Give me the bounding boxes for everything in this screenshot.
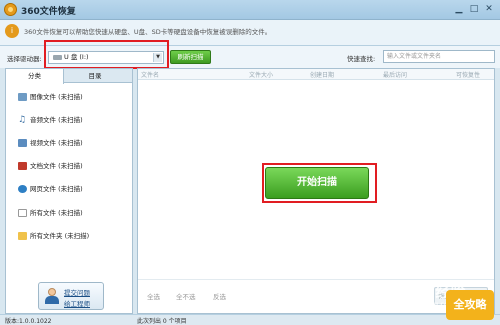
sidebar-item-audio[interactable]: ♫ 音频文件 (未扫描) bbox=[6, 113, 132, 127]
column-header[interactable]: 文件名 bbox=[141, 70, 159, 79]
column-header[interactable]: 最后访问 bbox=[383, 70, 407, 79]
select-all-link[interactable]: 全选 bbox=[147, 291, 160, 301]
highlight-box-drive bbox=[44, 40, 169, 69]
sidebar-item-label: 所有文件 (未扫描) bbox=[30, 209, 83, 217]
item-count-text: 此次列出 0 个项目 bbox=[137, 318, 187, 325]
tab-directory[interactable]: 目录 bbox=[66, 69, 124, 83]
app-logo-icon bbox=[4, 3, 17, 16]
sidebar-item-label: 文档文件 (未扫描) bbox=[30, 162, 83, 170]
engineer-avatar-icon bbox=[45, 288, 59, 304]
column-header[interactable]: 可恢复性 bbox=[456, 70, 480, 79]
column-header[interactable]: 文件大小 bbox=[249, 70, 273, 79]
sidebar-item-webpages[interactable]: 网页文件 (未扫描) bbox=[6, 182, 132, 196]
column-header[interactable]: 创建日期 bbox=[310, 70, 334, 79]
refresh-scan-button[interactable]: 刷新扫描 bbox=[170, 50, 211, 64]
invert-selection-link[interactable]: 反选 bbox=[213, 291, 226, 301]
title-bar: 360文件恢复 ▁ □ ✕ bbox=[0, 0, 500, 20]
feedback-line-2: 给工程师 bbox=[64, 300, 90, 308]
sidebar-item-all-files[interactable]: 所有文件 (未扫描) bbox=[6, 206, 132, 220]
watermark-logo: 全攻略 bbox=[446, 290, 494, 320]
drive-label: 选择驱动器: bbox=[7, 55, 42, 63]
sidebar-item-label: 网页文件 (未扫描) bbox=[30, 185, 83, 193]
window-title: 360文件恢复 bbox=[21, 7, 76, 17]
sidebar-item-video[interactable]: 视频文件 (未扫描) bbox=[6, 136, 132, 150]
webpage-icon bbox=[18, 185, 27, 193]
info-icon: i bbox=[5, 24, 19, 38]
tab-category[interactable]: 分类 bbox=[6, 69, 64, 84]
close-button[interactable]: ✕ bbox=[482, 3, 496, 15]
info-text: 360文件恢复可以帮助您快速从硬盘、U盘、SD卡等硬盘设备中恢复被误删除的文件。 bbox=[24, 28, 272, 36]
column-headers: 文件名 文件大小 创建日期 最后访问 可恢复性 bbox=[138, 69, 494, 80]
search-input[interactable]: 输入文件或文件夹名 bbox=[383, 50, 495, 63]
feedback-line-1: 提交问题 bbox=[64, 289, 90, 297]
sidebar-item-images[interactable]: 图像文件 (未扫描) bbox=[6, 90, 132, 104]
feedback-button[interactable]: 提交问题 给工程师 bbox=[38, 282, 104, 310]
sidebar-item-documents[interactable]: 文档文件 (未扫描) bbox=[6, 159, 132, 173]
sidebar-tabs: 分类 目录 bbox=[6, 69, 132, 84]
audio-icon: ♫ bbox=[18, 115, 27, 125]
document-icon bbox=[18, 162, 27, 170]
category-sidebar: 分类 目录 图像文件 (未扫描) ♫ 音频文件 (未扫描) 视频文件 (未扫描)… bbox=[5, 68, 133, 314]
sidebar-item-label: 图像文件 (未扫描) bbox=[30, 93, 83, 101]
search-label: 快速查找: bbox=[347, 55, 376, 63]
folder-icon bbox=[18, 232, 27, 240]
sidebar-item-label: 所有文件夹 (未扫描) bbox=[30, 232, 90, 240]
status-bar: 版本:1.0.0.1022 此次列出 0 个项目 bbox=[0, 314, 500, 325]
file-icon bbox=[18, 209, 27, 217]
version-text: 版本:1.0.0.1022 bbox=[5, 318, 52, 325]
sidebar-item-label: 视频文件 (未扫描) bbox=[30, 139, 83, 147]
video-icon bbox=[18, 139, 27, 147]
sidebar-item-all-folders[interactable]: 所有文件夹 (未扫描) bbox=[6, 229, 132, 243]
maximize-button[interactable]: □ bbox=[467, 3, 481, 15]
image-icon bbox=[18, 93, 27, 101]
sidebar-item-label: 音频文件 (未扫描) bbox=[30, 116, 83, 124]
highlight-box-start bbox=[262, 163, 377, 203]
select-none-link[interactable]: 全不选 bbox=[176, 291, 196, 301]
minimize-button[interactable]: ▁ bbox=[452, 3, 466, 15]
